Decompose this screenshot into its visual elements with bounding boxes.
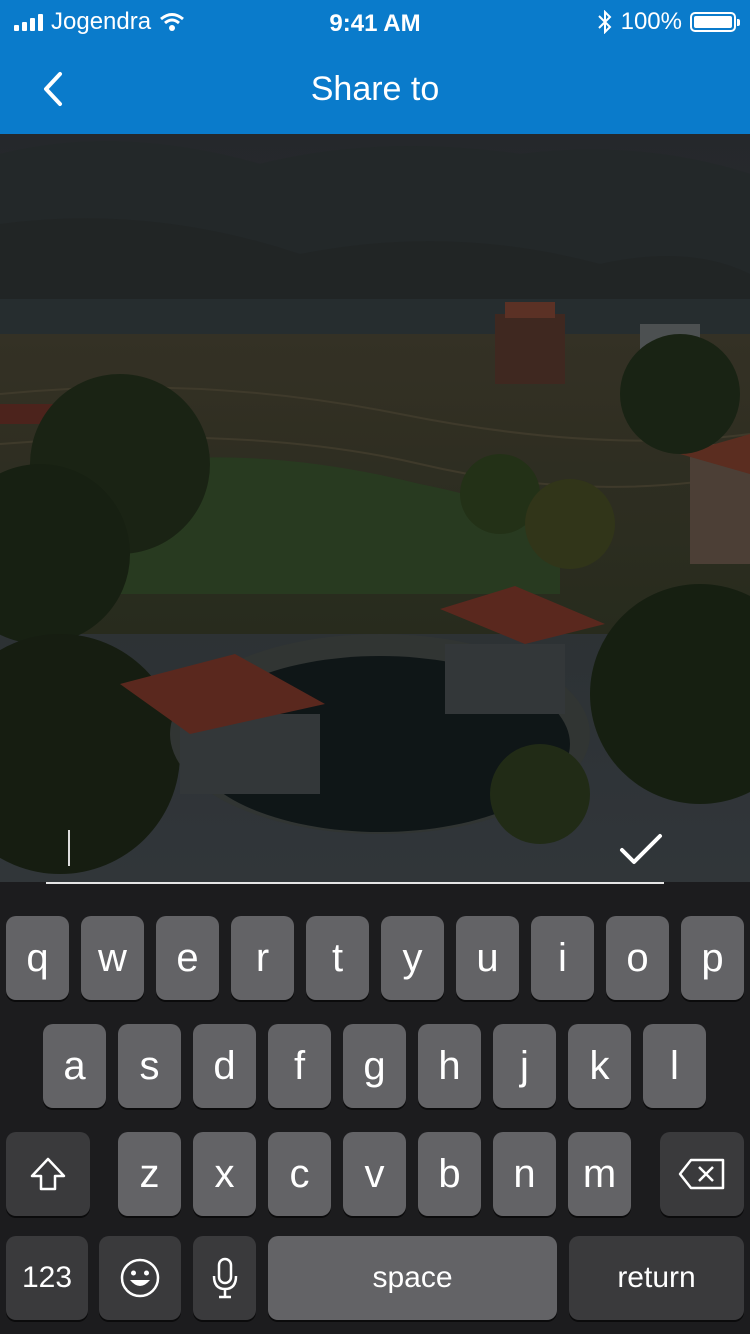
caption-underline (46, 882, 664, 884)
key-i[interactable]: i (531, 916, 594, 1000)
caption-input[interactable] (46, 826, 610, 884)
key-c[interactable]: c (268, 1132, 331, 1216)
key-w[interactable]: w (81, 916, 144, 1000)
key-b[interactable]: b (418, 1132, 481, 1216)
key-o[interactable]: o (606, 916, 669, 1000)
battery-icon (690, 12, 740, 32)
key-e[interactable]: e (156, 916, 219, 1000)
battery-level-fill (694, 16, 732, 28)
key-p[interactable]: p (681, 916, 744, 1000)
key-n[interactable]: n (493, 1132, 556, 1216)
key-z[interactable]: z (118, 1132, 181, 1216)
emoji-key[interactable] (99, 1236, 181, 1320)
key-d[interactable]: d (193, 1024, 256, 1108)
emoji-icon (120, 1258, 160, 1298)
key-q[interactable]: q (6, 916, 69, 1000)
shared-photo (0, 134, 750, 882)
key-v[interactable]: v (343, 1132, 406, 1216)
delete-icon (678, 1158, 725, 1190)
keyboard: qwertyuiop asdfghjkl zxcvbnm 123 space r… (0, 896, 750, 1334)
page-title: Share to (310, 70, 440, 108)
status-bar: Jogendra 9:41 AM 100% (0, 0, 750, 44)
confirm-button[interactable] (616, 830, 666, 870)
numbers-key[interactable]: 123 (6, 1236, 88, 1320)
key-r[interactable]: r (231, 916, 294, 1000)
shift-key[interactable] (6, 1132, 90, 1216)
key-l[interactable]: l (643, 1024, 706, 1108)
key-y[interactable]: y (381, 916, 444, 1000)
key-f[interactable]: f (268, 1024, 331, 1108)
text-cursor (68, 830, 70, 866)
return-key[interactable]: return (569, 1236, 744, 1320)
key-s[interactable]: s (118, 1024, 181, 1108)
key-a[interactable]: a (43, 1024, 106, 1108)
key-k[interactable]: k (568, 1024, 631, 1108)
key-j[interactable]: j (493, 1024, 556, 1108)
key-u[interactable]: u (456, 916, 519, 1000)
key-t[interactable]: t (306, 916, 369, 1000)
photo-dim-overlay (0, 134, 750, 882)
navigation-bar: Share to (0, 44, 750, 134)
space-key[interactable]: space (268, 1236, 557, 1320)
caption-field-container (46, 826, 664, 884)
battery-percent: 100% (620, 8, 682, 35)
shift-icon (30, 1157, 66, 1191)
checkmark-icon (620, 834, 662, 864)
delete-key[interactable] (660, 1132, 744, 1216)
key-g[interactable]: g (343, 1024, 406, 1108)
key-h[interactable]: h (418, 1024, 481, 1108)
dictation-key[interactable] (193, 1236, 256, 1320)
header-bar: Jogendra 9:41 AM 100% Share to (0, 0, 750, 134)
microphone-icon (212, 1257, 237, 1299)
bluetooth-icon (597, 10, 612, 34)
key-x[interactable]: x (193, 1132, 256, 1216)
key-m[interactable]: m (568, 1132, 631, 1216)
